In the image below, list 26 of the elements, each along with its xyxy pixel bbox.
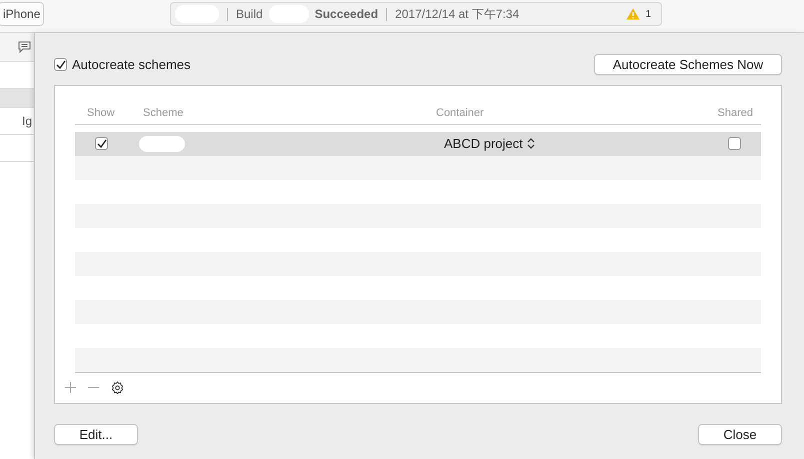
autocreate-now-button[interactable]: Autocreate Schemes Now [594, 54, 782, 74]
column-header: Show [87, 107, 116, 120]
add-icon[interactable] [65, 382, 76, 394]
checkmark-icon [96, 139, 106, 148]
sidebar-row[interactable] [0, 89, 34, 108]
build-label: Build [236, 7, 263, 21]
autocreate-checkbox[interactable]: Autocreate schemes [54, 56, 191, 72]
build-status: Succeeded [314, 7, 378, 21]
show-checkbox[interactable] [95, 137, 108, 150]
settings-icon[interactable] [111, 381, 124, 394]
redacted-mark [139, 136, 185, 152]
warning-icon[interactable] [626, 8, 640, 20]
updown-arrows-icon [526, 138, 535, 150]
container-popup[interactable]: ABCD project [444, 136, 711, 152]
close-button[interactable]: Close [698, 424, 782, 445]
column-header: Container [436, 107, 485, 120]
shared-checkbox[interactable] [728, 137, 741, 150]
device-button[interactable]: iPhone [0, 2, 44, 26]
column-header: Scheme [143, 107, 184, 120]
column-header: Shared [716, 107, 754, 120]
checkmark-icon [56, 60, 66, 68]
edit-button[interactable]: Edit... [54, 424, 138, 445]
warning-count: 1 [645, 8, 651, 20]
build-timestamp: 2017/12/14 at 下午7:34 [395, 6, 520, 22]
scheme-row[interactable]: ABCD project [75, 132, 761, 156]
comment-icon[interactable] [18, 41, 31, 53]
